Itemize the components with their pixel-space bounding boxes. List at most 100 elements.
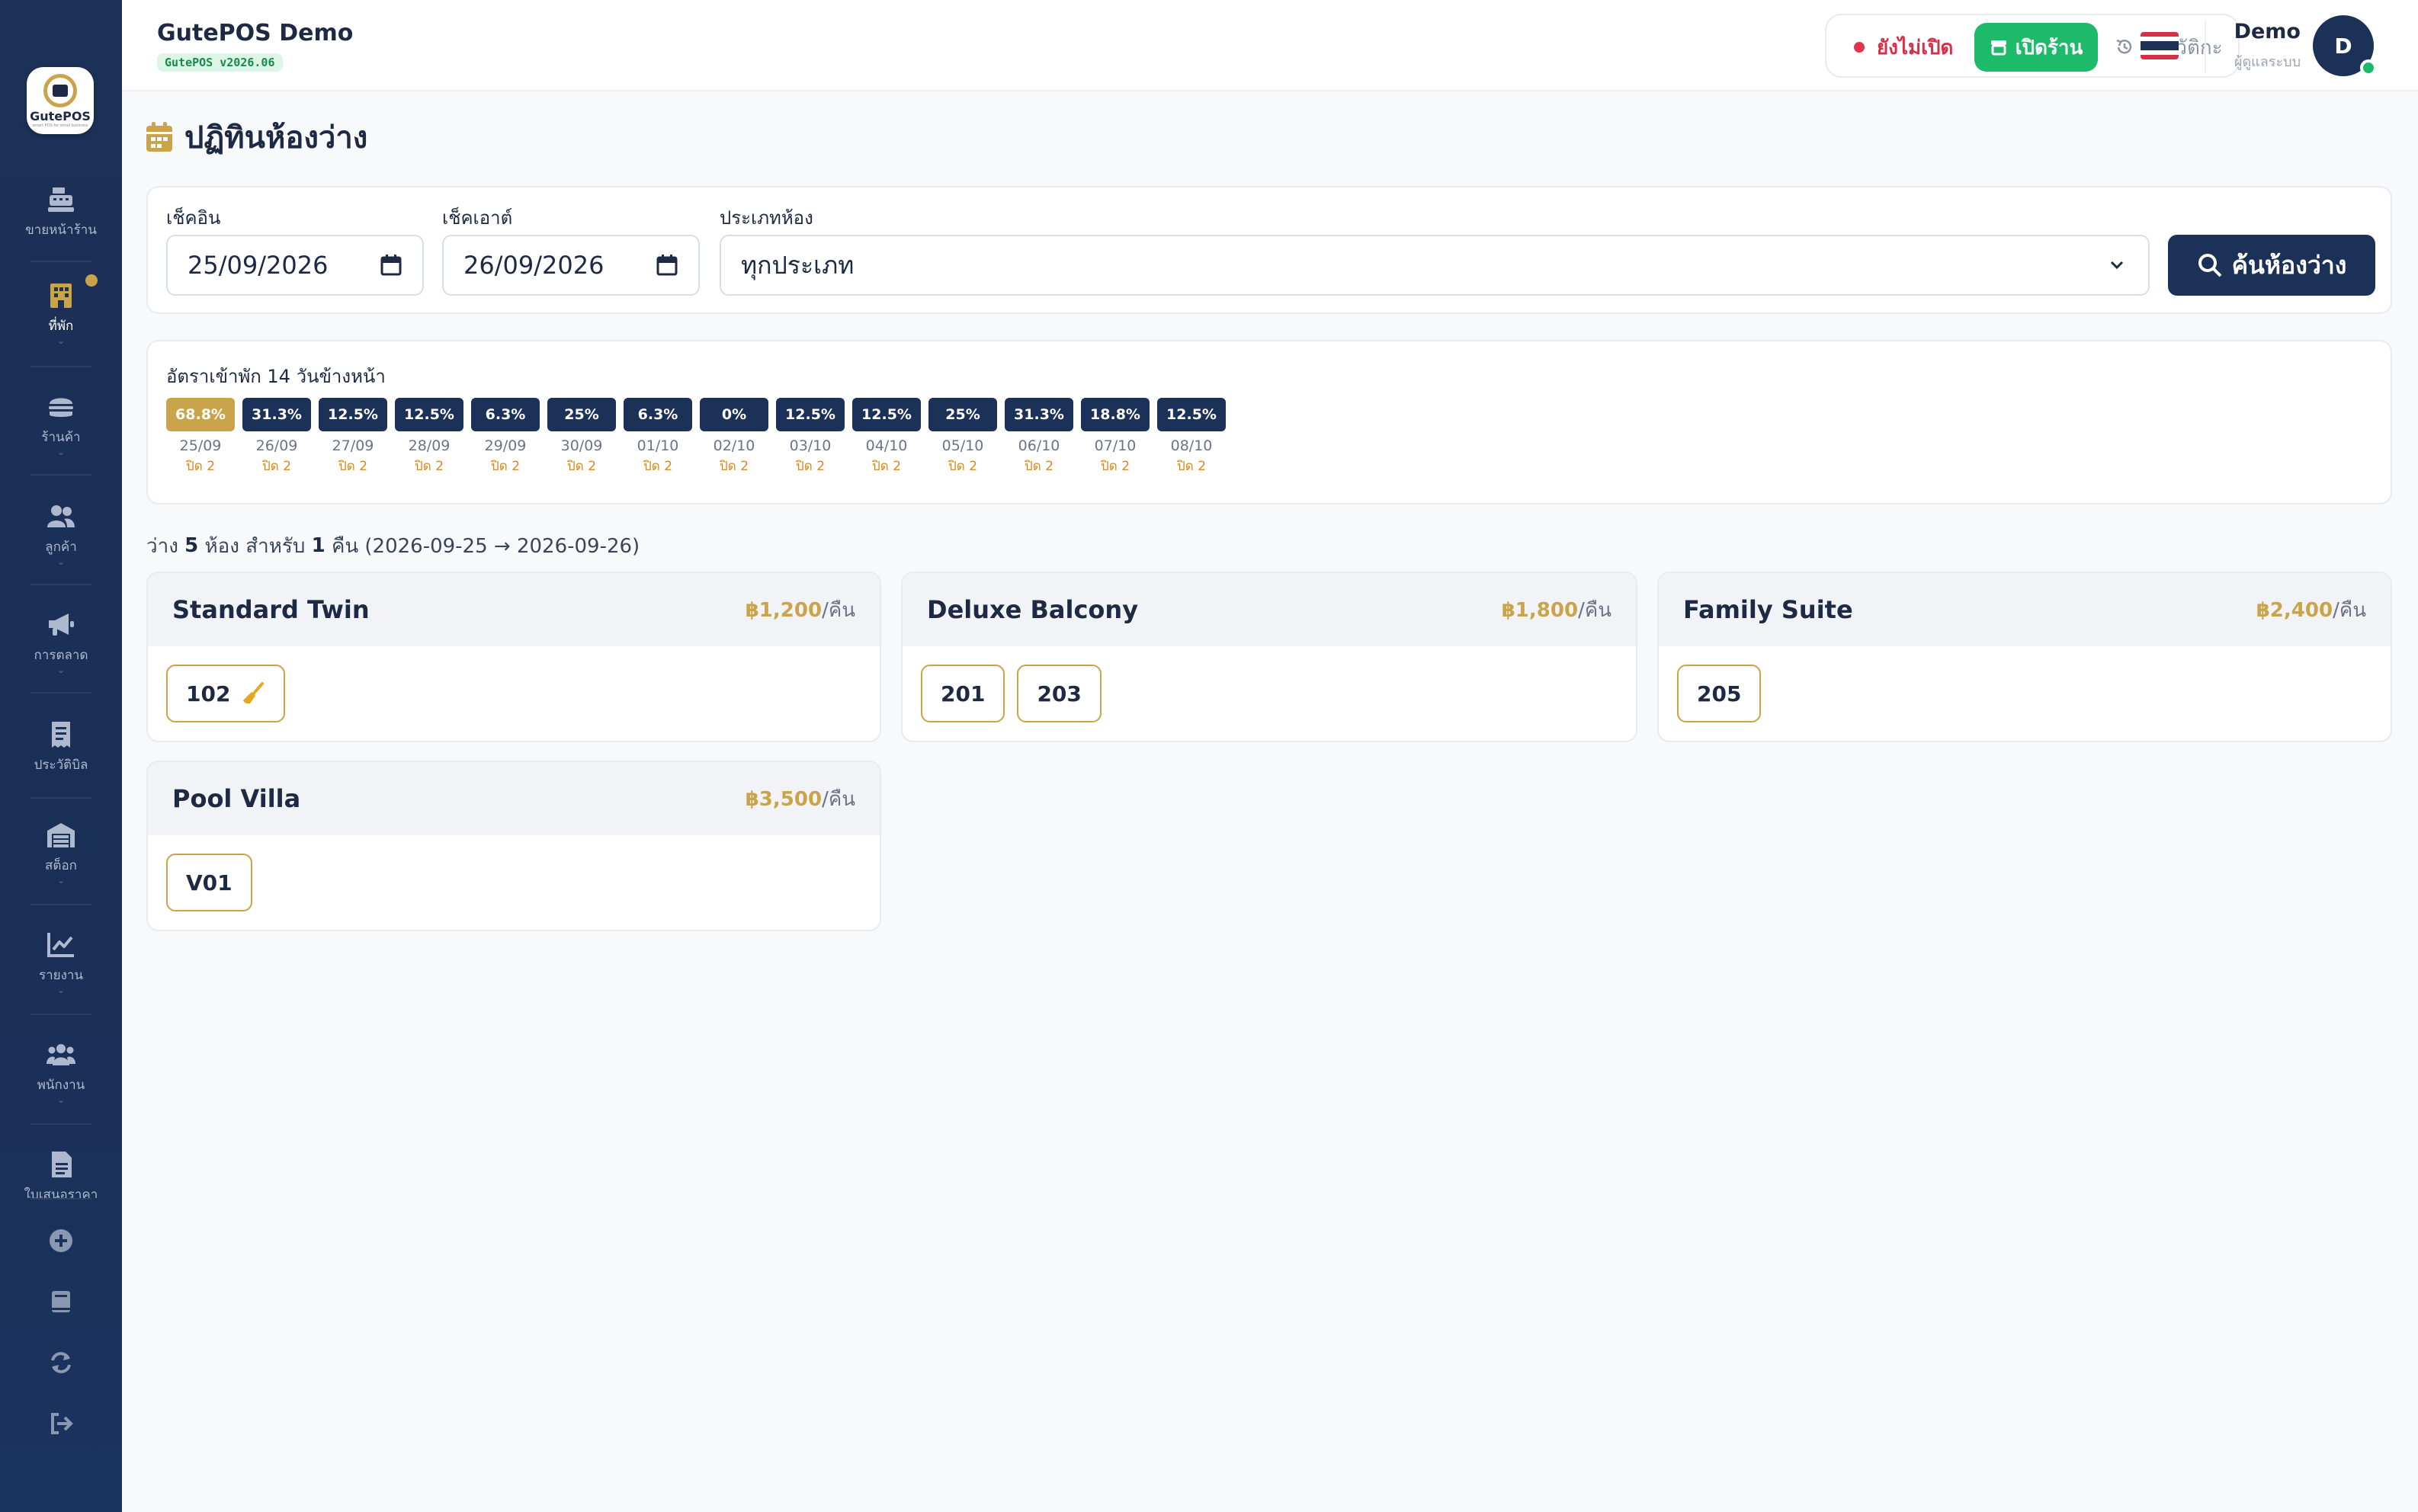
room-type-label: ประเภทห้อง (720, 207, 813, 229)
warehouse-icon (46, 820, 76, 850)
search-available-button[interactable]: ค้นห้องว่าง (2168, 235, 2375, 296)
room-price: ฿2,400/คืน (2256, 594, 2366, 626)
checkout-date-input[interactable]: 26/09/2026 (442, 235, 700, 296)
occupancy-day[interactable]: 12.5% 27/09 ปิด 2 (319, 398, 387, 476)
occupancy-rate-badge: 18.8% (1081, 398, 1150, 431)
sidebar-item-stock[interactable]: สต็อก ⌄ (0, 820, 122, 904)
occupancy-rate-badge: 31.3% (242, 398, 311, 431)
room-chip-205[interactable]: 205 (1677, 665, 1762, 722)
occupancy-date: 26/09 (255, 437, 298, 454)
notification-dot (85, 274, 98, 287)
occupancy-day[interactable]: 12.5% 04/10 ปิด 2 (852, 398, 921, 476)
occupancy-closed-count: ปิด 2 (1024, 459, 1054, 474)
occupancy-rate-badge: 31.3% (1005, 398, 1073, 431)
checkout-value: 26/09/2026 (463, 251, 604, 280)
sidebar-item-staff[interactable]: พนักงาน ⌄ (0, 1040, 122, 1123)
burger-icon (46, 392, 76, 422)
book-icon[interactable] (46, 1286, 76, 1317)
sidebar-item-label: ใบเสนอราคา (24, 1187, 98, 1198)
occupancy-day[interactable]: 6.3% 29/09 ปิด 2 (471, 398, 540, 476)
receipt-icon (46, 719, 76, 750)
search-icon (2198, 254, 2222, 277)
occupancy-day[interactable]: 25% 05/10 ปิด 2 (928, 398, 997, 476)
room-chip-201[interactable]: 201 (921, 665, 1005, 722)
sidebar-item-bill-history[interactable]: ประวัติบิล (0, 719, 122, 803)
occupancy-day[interactable]: 12.5% 08/10 ปิด 2 (1157, 398, 1226, 476)
occupancy-day[interactable]: 6.3% 01/10 ปิด 2 (624, 398, 692, 476)
sidebar-item-lodging[interactable]: ที่พัก ⌄ (0, 280, 122, 364)
sidebar-item-label: การตลาด (34, 648, 88, 663)
occupancy-day[interactable]: 0% 02/10 ปิด 2 (700, 398, 768, 476)
calendar-picker-icon[interactable] (656, 254, 678, 277)
occupancy-day[interactable]: 25% 30/09 ปิด 2 (547, 398, 616, 476)
room-type-select[interactable]: ทุกประเภท (720, 235, 2150, 296)
sidebar-item-quotation[interactable]: ใบเสนอราคา (0, 1149, 122, 1198)
occupancy-closed-count: ปิด 2 (490, 459, 521, 474)
plus-circle-icon[interactable] (46, 1225, 76, 1256)
chevron-down-icon: ⌄ (56, 335, 66, 346)
occupancy-rate-badge: 25% (928, 398, 997, 431)
occupancy-closed-count: ปิด 2 (871, 459, 902, 474)
room-chip-v01[interactable]: V01 (166, 854, 252, 911)
sidebar-item-marketing[interactable]: การตลาด ⌄ (0, 610, 122, 694)
nav-divider (30, 1123, 91, 1125)
room-chips: 201 203 (903, 646, 1636, 741)
sidebar-item-pos[interactable]: ขายหน้าร้าน (0, 184, 122, 268)
app-logo[interactable]: GutePOS smart POS for small business (27, 67, 94, 134)
sidebar-item-reports[interactable]: รายงาน ⌄ (0, 930, 122, 1014)
refresh-icon[interactable] (46, 1347, 76, 1378)
page-title-text: ปฏิทินห้องว่าง (184, 120, 368, 155)
occupancy-day[interactable]: 31.3% 06/10 ปิด 2 (1005, 398, 1073, 476)
room-type-name: Family Suite (1683, 595, 1853, 624)
room-chips: 102 (148, 646, 880, 741)
room-card-header: Pool Villa ฿3,500/คืน (148, 762, 880, 835)
thailand-flag-icon[interactable] (2141, 32, 2179, 59)
logout-icon[interactable] (46, 1408, 76, 1439)
sidebar-item-label: รายงาน (38, 968, 84, 983)
room-chip-102[interactable]: 102 (166, 665, 286, 722)
room-price-amount: ฿3,500 (745, 787, 823, 811)
occupancy-date: 03/10 (789, 437, 832, 454)
summary-room-count: 5 (184, 534, 199, 557)
shop-status: ยังไม่เปิด (1854, 32, 1953, 62)
occupancy-day[interactable]: 12.5% 03/10 ปิด 2 (776, 398, 845, 476)
search-button-label: ค้นห้องว่าง (2231, 250, 2347, 280)
occupancy-day[interactable]: 18.8% 07/10 ปิด 2 (1081, 398, 1150, 476)
sidebar: GutePOS smart POS for small business ขาย… (0, 0, 122, 1512)
occupancy-day[interactable]: 12.5% 28/09 ปิด 2 (395, 398, 463, 476)
nav-divider (30, 904, 91, 905)
open-shop-label: เปิดร้าน (2015, 36, 2083, 59)
logo-mark (43, 73, 77, 107)
room-type-value: ทุกประเภท (741, 250, 855, 280)
occupancy-date: 08/10 (1170, 437, 1213, 454)
calendar-picker-icon[interactable] (380, 254, 402, 277)
room-chip-203[interactable]: 203 (1017, 665, 1102, 722)
open-shop-button[interactable]: เปิดร้าน (1974, 23, 2098, 72)
sidebar-item-store[interactable]: ร้านค้า ⌄ (0, 392, 122, 476)
room-number: 102 (186, 681, 231, 706)
nav-divider (30, 474, 91, 476)
room-price-amount: ฿2,400 (2256, 598, 2333, 622)
occupancy-rate-badge: 0% (700, 398, 768, 431)
search-filter-card: เช็คอิน 25/09/2026 เช็คเอาต์ 26/09/2026 … (146, 186, 2392, 314)
occupancy-day[interactable]: 31.3% 26/09 ปิด 2 (242, 398, 311, 476)
occupancy-rate-badge: 12.5% (852, 398, 921, 431)
checkin-date-input[interactable]: 25/09/2026 (166, 235, 424, 296)
summary-prefix: ว่าง (146, 534, 185, 558)
nav-divider (30, 366, 91, 367)
occupancy-rate-badge: 68.8% (166, 398, 235, 431)
occupancy-day[interactable]: 68.8% 25/09 ปิด 2 (166, 398, 235, 476)
logo-text: GutePOS (30, 108, 91, 123)
chart-line-icon (46, 930, 76, 960)
occupancy-closed-count: ปิด 2 (185, 459, 216, 474)
occupancy-card: อัตราเข้าพัก 14 วันข้างหน้า 68.8% 25/09 ปิ… (146, 340, 2392, 505)
history-icon (2116, 39, 2132, 54)
chevron-down-icon (2110, 261, 2124, 270)
chevron-down-icon: ⌄ (56, 875, 66, 886)
status-dot-icon (1854, 42, 1865, 53)
occupancy-rate-badge: 25% (547, 398, 616, 431)
occupancy-closed-count: ปิด 2 (795, 459, 826, 474)
sidebar-item-customers[interactable]: ลูกค้า ⌄ (0, 501, 122, 585)
checkin-label: เช็คอิน (166, 207, 221, 229)
room-price: ฿3,500/คืน (746, 783, 855, 815)
